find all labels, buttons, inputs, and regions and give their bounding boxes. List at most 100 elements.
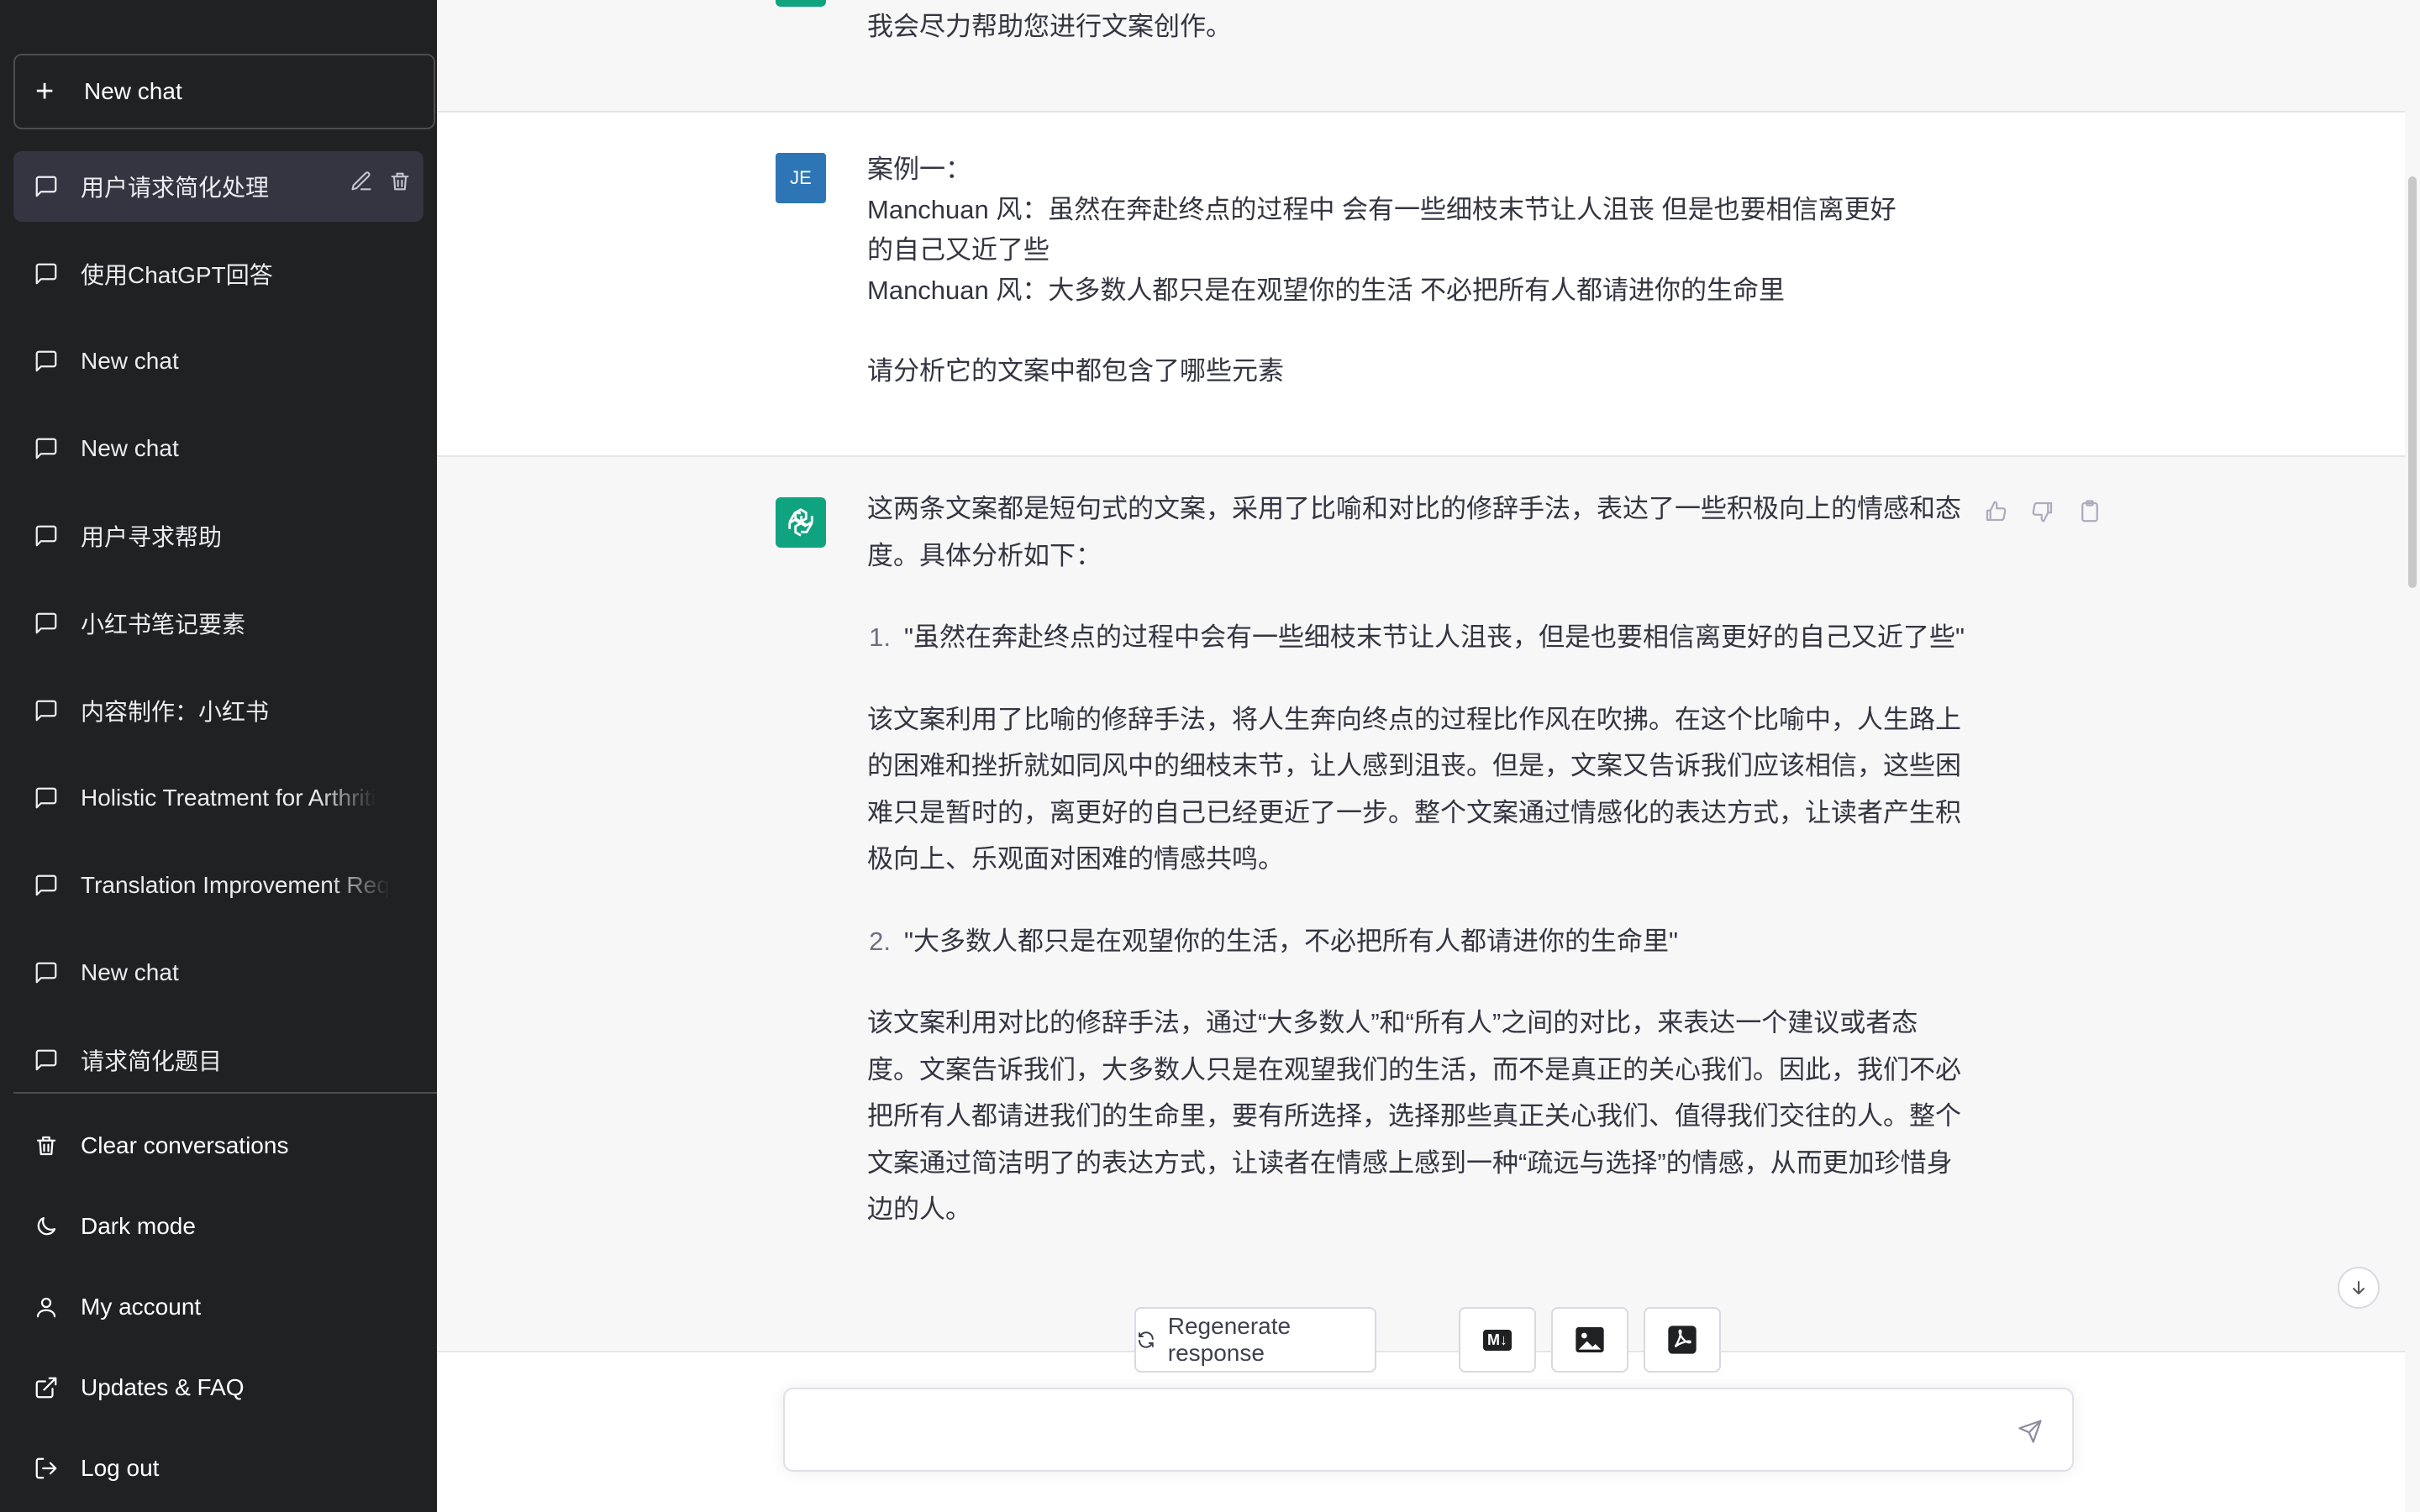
moon-icon (34, 1214, 81, 1239)
list-quote: "大多数人都只是在观望你的生活，不必把所有人都请进你的生命里" (904, 926, 1679, 956)
sidebar-divider (13, 1092, 437, 1094)
message-feedback (1983, 499, 2102, 528)
dark-mode-button[interactable]: Dark mode (13, 1186, 424, 1267)
sidebar-chat-label: New chat (81, 959, 179, 985)
chat-bubble-icon (34, 960, 81, 985)
user-message-line: 请分析它的文案中都包含了哪些元素 (867, 356, 1284, 386)
list-item: 1. "虽然在奔赴终点的过程中会有一些细枝末节让人沮丧，但是也要相信离更好的自己… (867, 614, 1968, 661)
chat-bubble-icon (34, 873, 81, 898)
plus-icon: + (35, 74, 55, 109)
user-message-line: Manchuan 风：大多数人都只是在观望你的生活 不必把所有人都请进你的生命里 (867, 276, 1785, 305)
sidebar-chat-item[interactable]: Holistic Treatment for Arthriti (13, 763, 424, 833)
analysis-paragraph: 该文案利用了比喻的修辞手法，将人生奔向终点的过程比作风在吹拂。在这个比喻中，人生… (867, 704, 1961, 874)
clear-conversations-label: Clear conversations (81, 1132, 289, 1158)
send-icon (2018, 1420, 2042, 1443)
user-message-line: Manchuan 风：虽然在奔赴终点的过程中 会有一些细枝末节让人沮丧 但是也要… (867, 195, 1897, 224)
user-message-line: 的自己又近了些 (867, 235, 1050, 265)
dark-mode-label: Dark mode (81, 1213, 196, 1239)
conversation-pane: 我会尽力帮助您进行文案创作。 JE 案例一： Manchuan 风：虽然在奔赴终点… (437, 0, 2405, 1512)
scrollbar[interactable] (2405, 0, 2420, 1512)
sidebar: + New chat 用户请求简化处理 使用ChatGPT回答 New chat Ne… (0, 0, 437, 1512)
refresh-icon (1138, 1331, 1154, 1348)
chat-bubble-icon (34, 174, 81, 199)
regenerate-label: Regenerate response (1167, 1313, 1292, 1366)
sidebar-chat-item[interactable]: New chat (13, 326, 424, 396)
chat-bubble-icon (34, 698, 81, 723)
sidebar-chat-label: 用户请求简化处理 (81, 175, 270, 201)
export-markdown-button[interactable]: M↓ (1459, 1307, 1536, 1373)
sidebar-chat-item[interactable]: 内容制作：小红书 (13, 675, 424, 746)
assistant-avatar (776, 0, 826, 7)
user-message-text: 案例一： Manchuan 风：虽然在奔赴终点的过程中 会有一些细枝末节让人沮丧 … (867, 150, 1968, 391)
sidebar-chat-label: 请求简化题目 (81, 1048, 223, 1074)
my-account-button[interactable]: My account (13, 1267, 424, 1347)
sidebar-chat-label: 小红书笔记要素 (81, 612, 246, 638)
assistant-message: 这两条文案都是短句式的文案，采用了比喻和对比的修辞手法，表达了一些积极向上的情感… (437, 457, 2405, 1352)
user-message: JE 案例一： Manchuan 风：虽然在奔赴终点的过程中 会有一些细枝末节让人… (437, 113, 2405, 457)
sidebar-chat-item[interactable]: 请求简化题目 (13, 1025, 424, 1095)
sidebar-chat-item[interactable]: 用户寻求帮助 (13, 501, 424, 571)
list-number: 1. (869, 622, 891, 652)
thumbs-up-icon[interactable] (1983, 499, 2008, 528)
assistant-message-previous: 我会尽力帮助您进行文案创作。 (437, 0, 2405, 113)
export-pdf-button[interactable] (1644, 1307, 1721, 1373)
chat-history-list: 用户请求简化处理 使用ChatGPT回答 New chat New chat 用户寻求帮… (13, 151, 424, 1112)
message-input-box (783, 1388, 2074, 1472)
sidebar-chat-label: 内容制作：小红书 (81, 699, 270, 725)
user-icon (34, 1294, 81, 1320)
trash-icon (34, 1133, 81, 1158)
updates-faq-link[interactable]: Updates & FAQ (13, 1347, 424, 1428)
chat-bubble-icon (34, 349, 81, 374)
sidebar-chat-label: New chat (81, 435, 179, 461)
delete-icon[interactable] (388, 170, 412, 199)
clear-conversations-button[interactable]: Clear conversations (13, 1105, 424, 1186)
sidebar-chat-label: New chat (81, 348, 179, 374)
image-icon (1576, 1327, 1604, 1352)
sidebar-chat-item[interactable]: 用户请求简化处理 (13, 151, 424, 222)
assistant-avatar (776, 497, 826, 548)
chat-item-actions (350, 170, 412, 199)
list-number: 2. (869, 926, 891, 956)
regenerate-response-button[interactable]: Regenerate response (1134, 1307, 1376, 1373)
export-image-button[interactable] (1551, 1307, 1628, 1373)
openai-logo-icon (788, 508, 813, 537)
edit-icon[interactable] (350, 170, 373, 199)
scroll-to-bottom-button[interactable] (2338, 1267, 2380, 1309)
chat-bubble-icon (34, 611, 81, 636)
sidebar-chat-item[interactable]: Translation Improvement Req (13, 850, 424, 921)
my-account-label: My account (81, 1294, 202, 1320)
chat-bubble-icon (34, 785, 81, 811)
thumbs-down-icon[interactable] (2030, 499, 2055, 528)
send-button[interactable] (2013, 1415, 2047, 1448)
sidebar-chat-label: Holistic Treatment for Arthriti (81, 785, 376, 811)
sidebar-chat-item[interactable]: 使用ChatGPT回答 (13, 239, 424, 309)
user-message-line (867, 311, 1968, 351)
scrollbar-thumb[interactable] (2408, 176, 2417, 588)
updates-faq-label: Updates & FAQ (81, 1374, 245, 1400)
sidebar-chat-item[interactable]: New chat (13, 937, 424, 1008)
user-message-line: 案例一： (867, 155, 971, 184)
new-chat-button[interactable]: + New chat (13, 54, 435, 129)
pdf-icon (1668, 1326, 1697, 1354)
log-out-label: Log out (81, 1455, 160, 1481)
sidebar-chat-label: Translation Improvement Req (81, 872, 390, 898)
sidebar-chat-item[interactable]: New chat (13, 413, 424, 484)
sidebar-chat-item[interactable]: 小红书笔记要素 (13, 588, 424, 659)
list-quote: "虽然在奔赴终点的过程中会有一些细枝末节让人沮丧，但是也要相信离更好的自己又近了… (904, 622, 1965, 652)
analysis-paragraph: 该文案利用对比的修辞手法，通过“大多数人”和“所有人”之间的对比，来表达一个建议… (867, 1008, 1961, 1224)
logout-icon (34, 1456, 81, 1481)
log-out-button[interactable]: Log out (13, 1428, 424, 1509)
assistant-intro: 这两条文案都是短句式的文案，采用了比喻和对比的修辞手法，表达了一些积极向上的情感… (867, 494, 1961, 570)
clipboard-icon[interactable] (2077, 499, 2102, 528)
list-item: 2. "大多数人都只是在观望你的生活，不必把所有人都请进你的生命里" (867, 918, 1968, 965)
sidebar-chat-label: 使用ChatGPT回答 (81, 262, 273, 288)
arrow-down-icon (2353, 1281, 2365, 1294)
markdown-icon: M↓ (1483, 1329, 1512, 1351)
message-input[interactable] (805, 1411, 1985, 1455)
chat-bubble-icon (34, 1047, 81, 1073)
new-chat-label: New chat (84, 78, 182, 104)
sidebar-chat-label: 用户寻求帮助 (81, 524, 223, 550)
chat-bubble-icon (34, 523, 81, 549)
sidebar-menu: Clear conversations Dark mode My account… (13, 1105, 424, 1509)
external-link-icon (34, 1375, 81, 1400)
